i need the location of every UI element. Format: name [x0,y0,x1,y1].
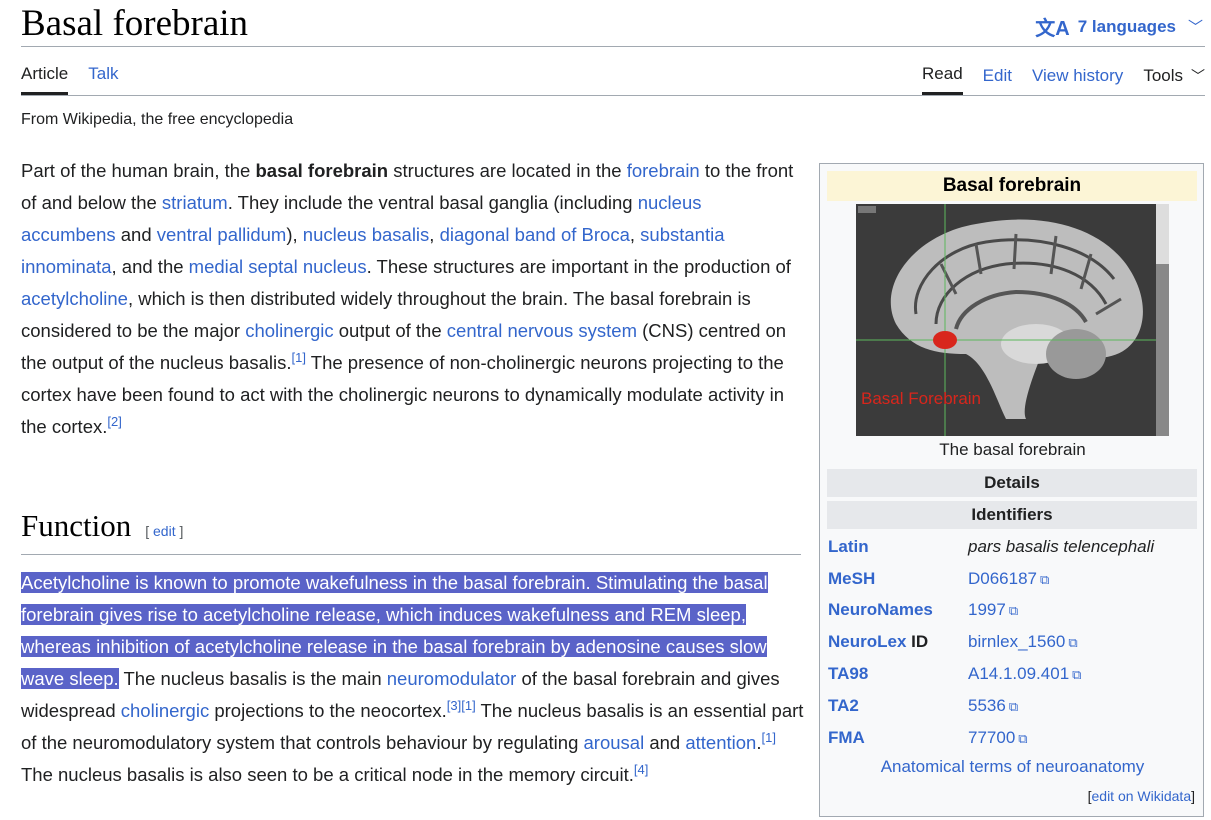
infobox-row-ta98: TA98 A14.1.09.401 ⧉ [828,659,1198,689]
page-title: Basal forebrain [21,3,249,44]
tab-talk[interactable]: Talk [88,64,118,95]
infobox-row-mesh: MeSH D066187 ⧉ [828,564,1198,594]
section-edit: [ edit ] [145,523,184,539]
tab-read[interactable]: Read [922,64,963,95]
link-striatum[interactable]: striatum [162,192,228,213]
infobox-row-neurolex: NeuroLex ID birnlex_1560 ⧉ [828,627,1198,657]
row-key[interactable]: FMA [828,723,865,753]
tab-edit[interactable]: Edit [983,66,1012,94]
external-link-icon: ⧉ [1018,731,1028,746]
intro-section: Part of the human brain, the basal foreb… [21,155,796,443]
row-value: pars basalis telencephali [968,537,1155,556]
tools-menu[interactable]: Tools ﹀ [1143,66,1205,94]
title-divider [21,46,1205,47]
namespace-tabs: Article Talk [21,64,118,95]
row-key[interactable]: NeuroNames [828,595,933,625]
row-value-link[interactable]: 5536 [968,696,1006,715]
external-link-icon: ⧉ [1068,635,1078,650]
intro-paragraph: Part of the human brain, the basal foreb… [21,160,794,437]
link-ventral-pallidum[interactable]: ventral pallidum [157,224,287,245]
details-header: Details [827,469,1197,497]
row-key[interactable]: TA2 [828,691,859,721]
citation-3[interactable]: [3] [447,698,461,713]
infobox-title: Basal forebrain [827,171,1197,201]
link-diagonal-band[interactable]: diagonal band of Broca [440,224,630,245]
external-link-icon: ⧉ [1008,603,1019,618]
link-cholinergic[interactable]: cholinergic [121,700,209,721]
view-tabs: Read Edit View history Tools ﹀ [922,64,1205,95]
citation-1[interactable]: [1] [761,730,775,745]
link-cns[interactable]: central nervous system [447,320,637,341]
row-value-link[interactable]: 77700 [968,728,1015,747]
tabs-divider [21,95,1205,96]
section-heading-function: Function [ edit ] [21,508,801,555]
infobox-row-neuronames: NeuroNames 1997 ⧉ [828,595,1198,625]
link-acetylcholine[interactable]: acetylcholine [21,288,128,309]
languages-button[interactable]: 文A 7 languages ﹀ [1035,12,1203,41]
citation-4[interactable]: [4] [634,762,648,777]
tab-article[interactable]: Article [21,64,69,95]
brain-image-label: Basal Forebrain [861,389,981,408]
link-nucleus-basalis[interactable]: nucleus basalis [303,224,430,245]
function-paragraph: Acetylcholine is known to promote wakefu… [21,572,804,785]
infobox-row-fma: FMA 77700 ⧉ [828,723,1198,753]
citation-2[interactable]: [2] [107,414,121,429]
infobox-row-latin: Latin pars basalis telencephali [828,532,1198,562]
row-key[interactable]: MeSH [828,564,875,594]
infobox-row-ta2: TA2 5536 ⧉ [828,691,1198,721]
citation-1[interactable]: [1] [292,350,306,365]
row-value-link[interactable]: birnlex_1560 [968,632,1065,651]
row-key-suffix: ID [906,632,929,651]
section-title: Function [21,508,132,543]
row-key[interactable]: TA98 [828,659,868,689]
row-value-link[interactable]: D066187 [968,569,1037,588]
citation-1[interactable]: [1] [461,698,475,713]
image-caption: The basal forebrain [939,440,1086,459]
row-value-link[interactable]: 1997 [968,600,1006,619]
chevron-down-icon: ﹀ [1191,67,1205,84]
site-tagline: From Wikipedia, the free encyclopedia [21,111,294,128]
tab-view-history[interactable]: View history [1032,66,1123,94]
languages-label: 7 languages [1077,16,1176,36]
identifiers-header: Identifiers [827,501,1197,529]
external-link-icon: ⧉ [1040,572,1050,587]
infobox: Basal forebrain Basal Forebrain The basa… [819,163,1204,817]
link-medial-septal-nucleus[interactable]: medial septal nucleus [189,256,367,277]
external-link-icon: ⧉ [1072,667,1082,682]
external-link-icon: ⧉ [1008,699,1019,714]
edit-on-wikidata-link[interactable]: edit on Wikidata [1092,788,1192,804]
brain-image[interactable]: Basal Forebrain [856,204,1169,436]
tools-label: Tools [1143,65,1183,85]
row-key[interactable]: Latin [828,532,869,562]
translate-icon: 文A [1035,18,1070,40]
row-key[interactable]: NeuroLex [828,632,906,651]
row-value-link[interactable]: A14.1.09.401 [968,664,1069,683]
link-attention[interactable]: attention [685,732,756,753]
section-edit-link[interactable]: edit [153,523,176,539]
function-section: Acetylcholine is known to promote wakefu… [21,567,806,791]
link-arousal[interactable]: arousal [584,732,645,753]
link-neuromodulator[interactable]: neuromodulator [387,668,517,689]
wikidata-edit: [edit on Wikidata] [1087,788,1195,804]
link-cholinergic[interactable]: cholinergic [245,320,333,341]
anatomical-terms-link[interactable]: Anatomical terms of neuroanatomy [820,757,1205,777]
link-forebrain[interactable]: forebrain [627,160,700,181]
chevron-down-icon: ﹀ [1187,19,1203,36]
bold-term: basal forebrain [255,160,389,181]
